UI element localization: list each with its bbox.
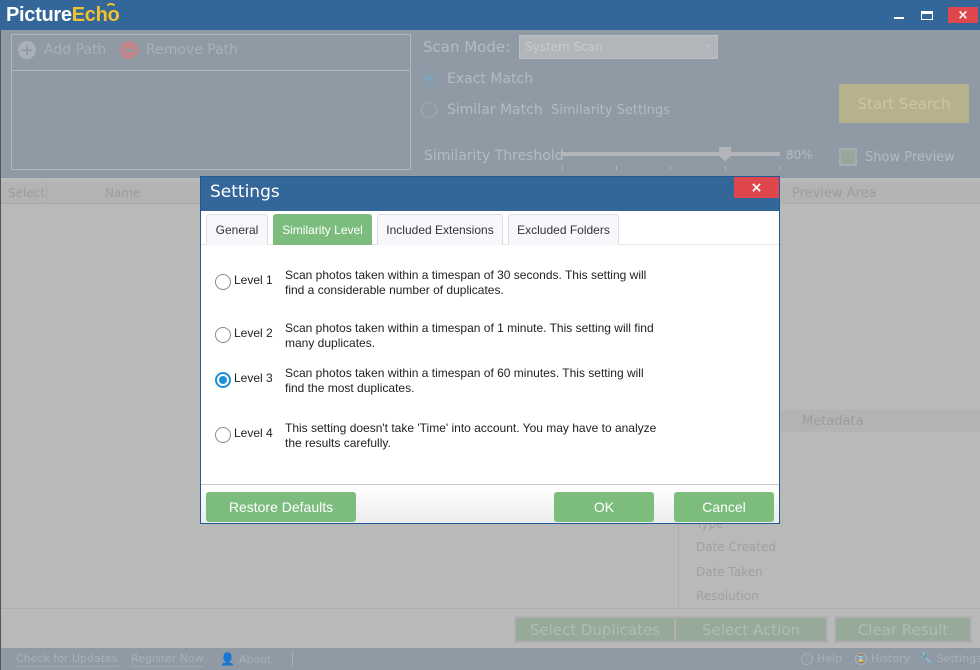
remove-path-label: Remove Path — [146, 42, 239, 58]
radio-selected-icon — [421, 71, 437, 87]
slider-tick — [562, 166, 563, 170]
slider-tick — [725, 166, 726, 170]
tab-included-extensions[interactable]: Included Extensions — [377, 214, 503, 245]
app-logo: PictureEcho — [6, 3, 131, 27]
similar-match-label: Similar Match — [447, 102, 543, 118]
logo-text-picture: Picture — [6, 4, 72, 26]
metadata-label: Metadata — [802, 414, 864, 429]
radio-unselected-icon — [421, 102, 437, 118]
history-label: History — [871, 652, 911, 665]
exact-match-radio[interactable]: Exact Match — [421, 71, 533, 87]
level-3-option[interactable]: Level 3 Scan photos taken within a times… — [215, 366, 665, 396]
start-search-button[interactable]: Start Search — [839, 84, 969, 123]
similarity-settings-link[interactable]: Similarity Settings — [551, 103, 670, 118]
plus-circle-icon: + — [18, 41, 36, 59]
ok-button[interactable]: OK — [554, 492, 654, 522]
radio-unselected-icon — [215, 274, 231, 290]
dialog-title-bar: Settings × — [201, 177, 779, 211]
preview-area-label: Preview Area — [792, 186, 877, 201]
level-name: Level 2 — [234, 326, 273, 340]
level-name: Level 3 — [234, 371, 273, 385]
path-list[interactable] — [11, 70, 411, 170]
cancel-button[interactable]: Cancel — [674, 492, 774, 522]
minimize-button[interactable] — [885, 7, 913, 23]
remove-path-button[interactable]: Remove Path — [120, 41, 238, 59]
level-1-option[interactable]: Level 1 Scan photos taken within a times… — [215, 268, 665, 298]
scan-mode-value: System Scan — [525, 40, 603, 54]
user-icon: 👤 — [220, 652, 235, 666]
tab-general[interactable]: General — [206, 214, 268, 245]
threshold-value: 80% — [786, 148, 813, 162]
restore-defaults-button[interactable]: Restore Defaults — [206, 492, 356, 522]
minimize-icon — [894, 17, 904, 19]
info-icon: i — [801, 652, 813, 665]
tab-similarity-level[interactable]: Similarity Level — [273, 214, 372, 245]
column-header-select[interactable]: Select — [8, 186, 45, 200]
settings-link[interactable]: 🔧 Settings — [919, 652, 980, 665]
settings-dialog: Settings × General Similarity Level Incl… — [200, 176, 780, 524]
status-separator — [292, 652, 293, 666]
level-description: This setting doesn't take 'Time' into ac… — [285, 421, 657, 450]
window-close-button[interactable]: × — [948, 7, 978, 23]
level-description: Scan photos taken within a timespan of 3… — [285, 268, 647, 297]
minus-circle-icon — [120, 41, 138, 59]
check-updates-link[interactable]: Check for Updates — [16, 652, 118, 667]
column-separator — [46, 182, 47, 204]
exact-match-label: Exact Match — [447, 71, 534, 87]
radio-unselected-icon — [215, 327, 231, 343]
metadata-field-date-taken: Date Taken — [696, 565, 763, 579]
metadata-field-resolution: Resolution — [696, 589, 759, 603]
level-description: Scan photos taken within a timespan of 6… — [285, 366, 644, 395]
metadata-field-date-created: Date Created — [696, 540, 776, 554]
level-name: Level 1 — [234, 273, 273, 287]
show-preview-checkbox[interactable]: Show Preview — [839, 148, 955, 166]
scan-mode-select[interactable]: System Scan ⌄ — [519, 35, 718, 59]
checkbox-icon — [839, 148, 857, 166]
dialog-tabs: General Similarity Level Included Extens… — [201, 211, 779, 245]
window-border — [0, 30, 1, 670]
column-header-name[interactable]: Name — [105, 186, 140, 200]
slider-tick — [670, 166, 671, 170]
level-2-option[interactable]: Level 2 Scan photos taken within a times… — [215, 321, 665, 351]
scan-mode-label: Scan Mode: — [423, 38, 511, 56]
help-label: Help — [817, 652, 843, 665]
level-name: Level 4 — [234, 426, 273, 440]
about-link[interactable]: 👤 About — [220, 652, 271, 666]
level-4-option[interactable]: Level 4 This setting doesn't take 'Time'… — [215, 421, 665, 451]
similarity-threshold-label: Similarity Threshold — [424, 148, 564, 164]
similar-match-radio[interactable]: Similar Match — [421, 102, 543, 118]
bottom-divider — [0, 608, 980, 609]
tab-excluded-folders[interactable]: Excluded Folders — [508, 214, 619, 245]
radio-unselected-icon — [215, 427, 231, 443]
add-path-label: Add Path — [44, 42, 107, 58]
similarity-threshold-slider[interactable] — [562, 152, 780, 156]
history-link[interactable]: ⌛ History — [855, 652, 910, 665]
radio-selected-icon — [215, 372, 231, 388]
clear-result-button[interactable]: Clear Result — [834, 616, 972, 643]
metadata-divider — [678, 520, 679, 608]
select-action-button[interactable]: Select Action — [674, 616, 828, 643]
slider-tick — [779, 166, 780, 170]
clock-icon: ⌛ — [855, 652, 867, 665]
dialog-title: Settings — [210, 182, 280, 202]
settings-label: Settings — [936, 652, 980, 665]
maximize-icon — [921, 10, 933, 20]
show-preview-label: Show Preview — [865, 149, 955, 165]
maximize-button[interactable] — [913, 7, 941, 23]
dialog-close-button[interactable]: × — [734, 177, 779, 198]
chevron-down-icon: ⌄ — [703, 40, 711, 50]
slider-tick — [616, 166, 617, 170]
help-link[interactable]: i Help — [801, 652, 842, 665]
title-bar — [0, 0, 980, 30]
select-duplicates-button[interactable]: Select Duplicates — [514, 616, 676, 643]
register-now-link[interactable]: Register Now — [131, 652, 204, 667]
level-description: Scan photos taken within a timespan of 1… — [285, 321, 654, 350]
wifi-wave-icon — [105, 3, 118, 15]
wrench-icon: 🔧 — [919, 652, 933, 665]
about-label: About — [238, 652, 272, 666]
add-path-button[interactable]: + Add Path — [18, 41, 106, 59]
